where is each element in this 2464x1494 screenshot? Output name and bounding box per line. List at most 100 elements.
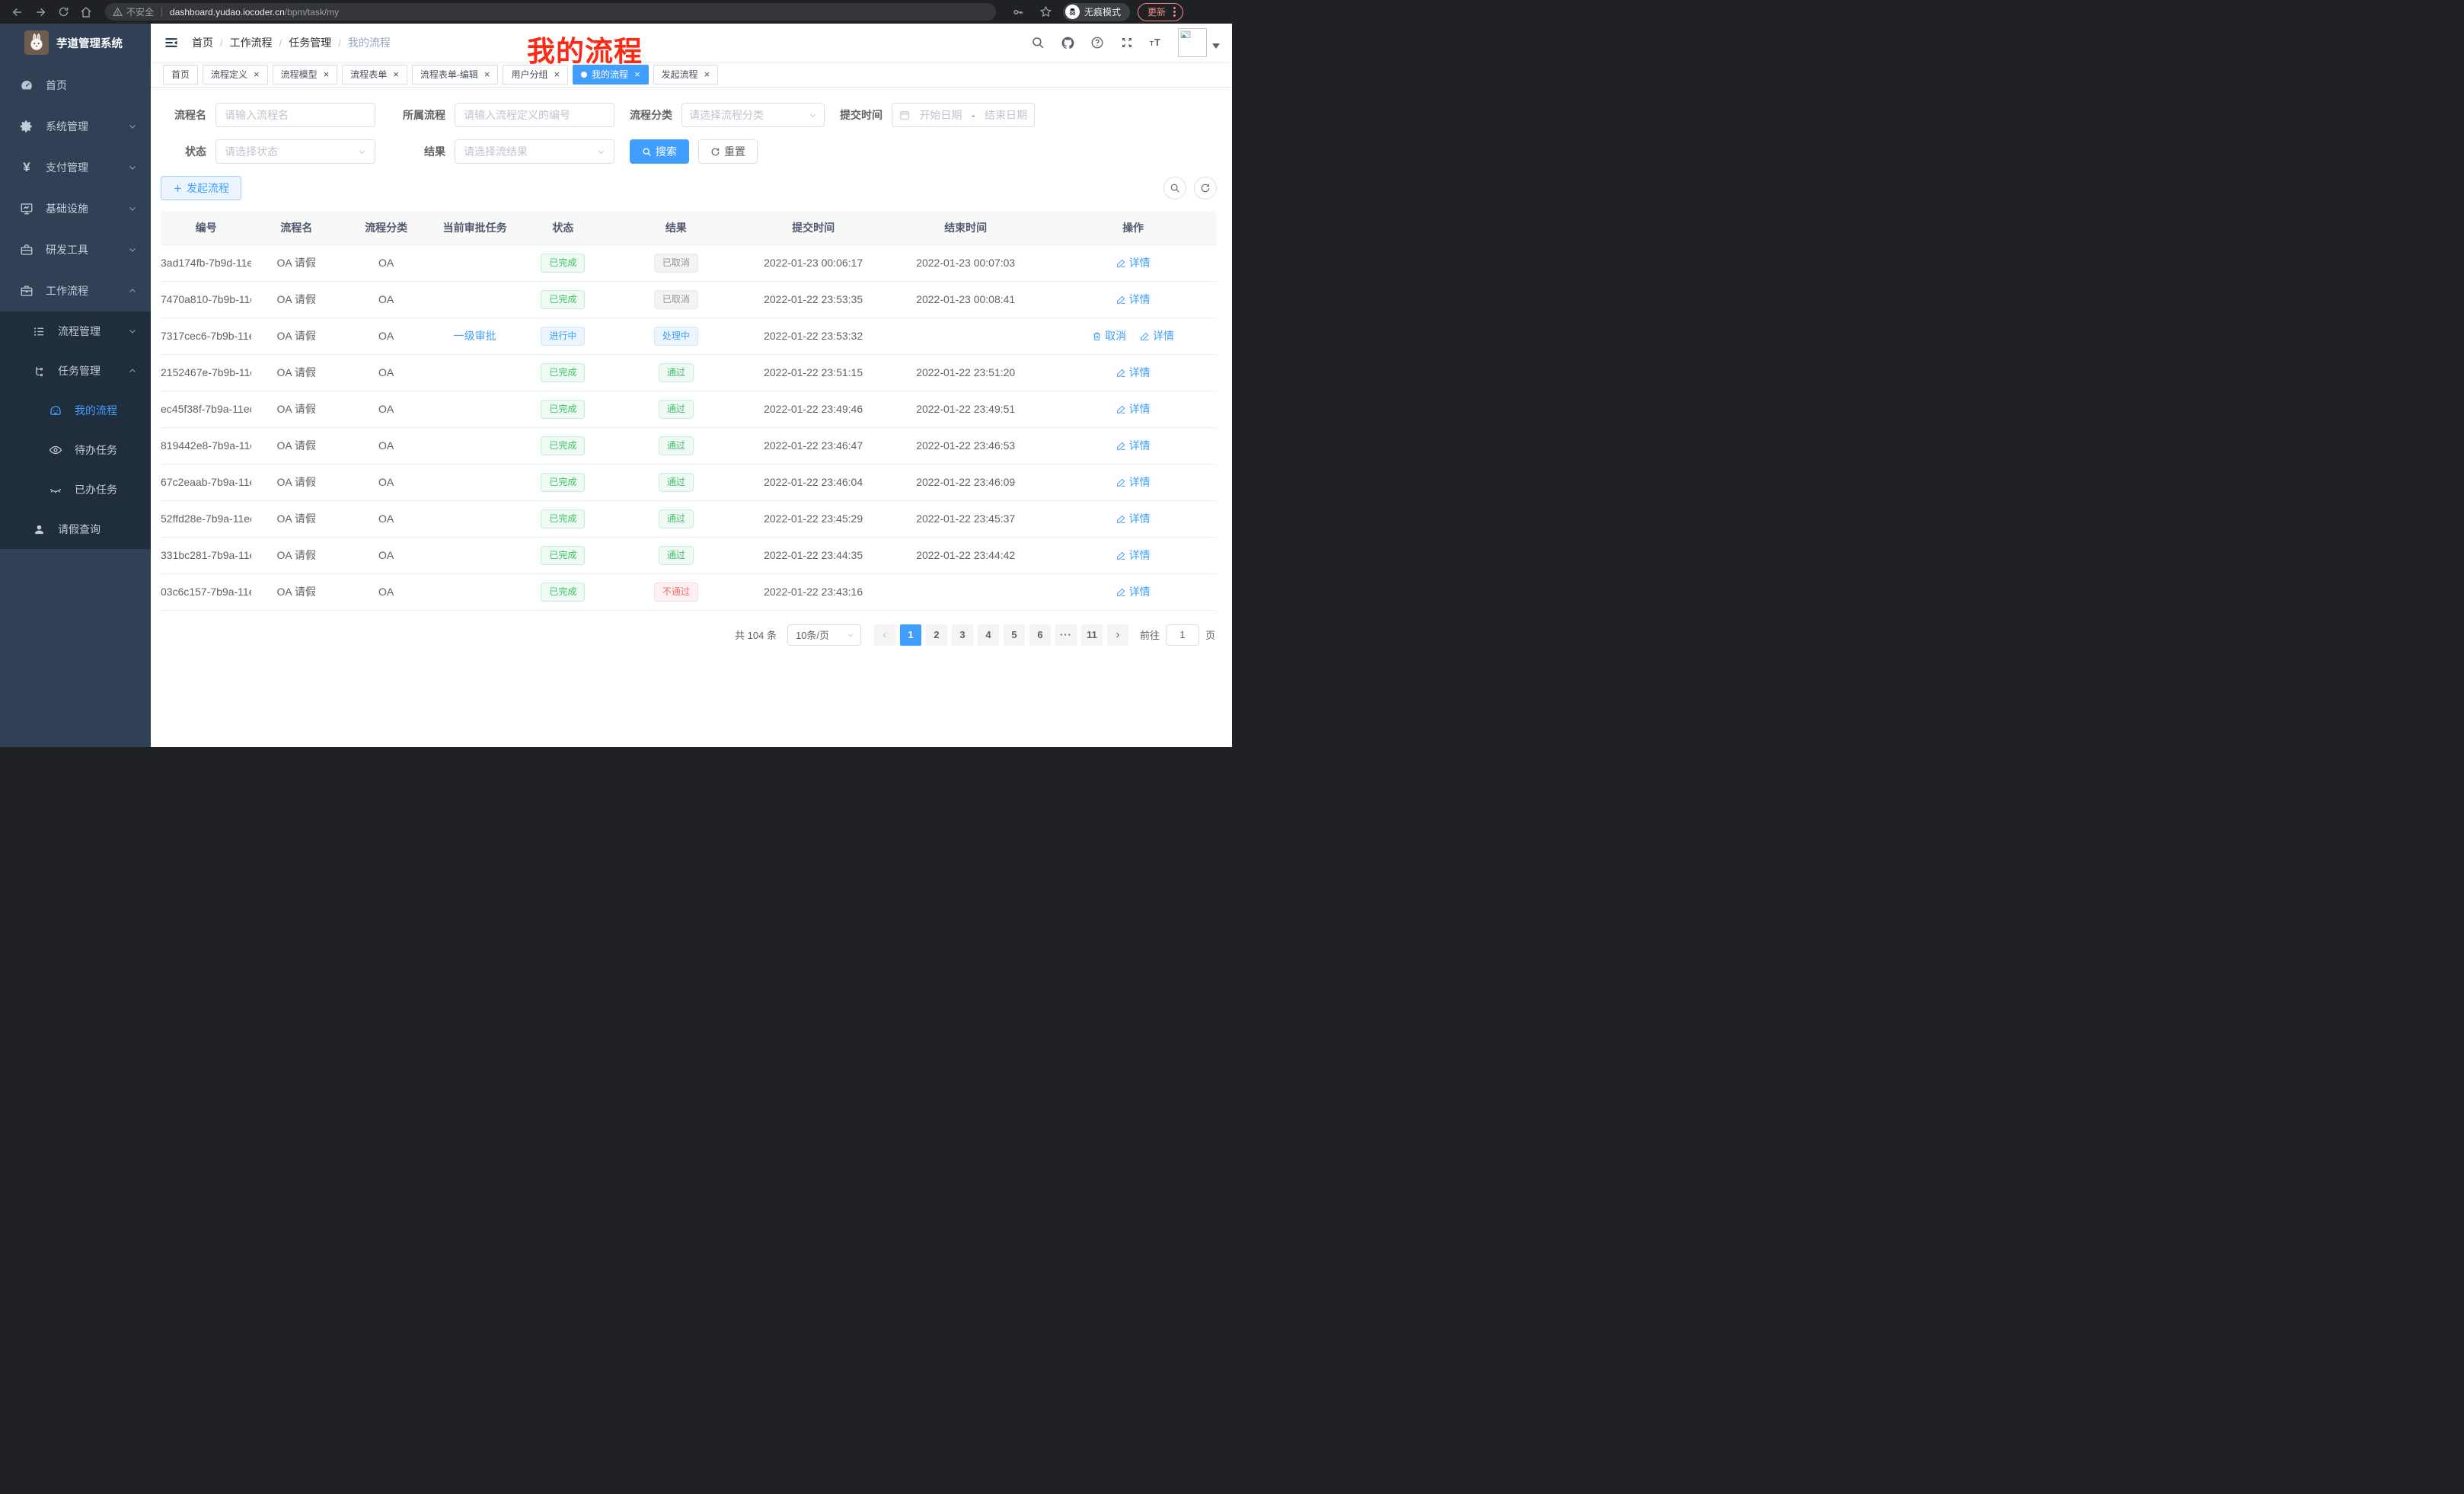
page-button[interactable]: 2 [926,624,947,646]
page-button[interactable]: 1 [900,624,921,646]
tab-close-icon[interactable]: × [634,69,640,79]
cancel-link[interactable]: 取消 [1092,328,1126,343]
sidebar-item-system[interactable]: 系统管理 [0,106,151,147]
tab[interactable]: 首页 [163,65,198,85]
sidebar-item-infra[interactable]: 基础设施 [0,188,151,229]
github-icon[interactable] [1059,34,1076,51]
chevron-down-icon [128,327,137,336]
sidebar-item-workflow[interactable]: 工作流程 [0,270,151,311]
fullscreen-icon[interactable] [1119,34,1135,51]
detail-link[interactable]: 详情 [1116,255,1151,270]
detail-link[interactable]: 详情 [1116,438,1151,453]
sidebar-collapse-icon[interactable] [161,33,181,53]
tab[interactable]: 发起流程 × [653,65,719,85]
search-button[interactable]: 搜索 [630,139,689,164]
detail-link[interactable]: 详情 [1116,292,1151,307]
cell-process-name: OA 请假 [251,281,341,318]
cell-category: OA [341,318,431,354]
tab-close-icon[interactable]: × [704,69,710,79]
owner-process-label: 所属流程 [391,107,445,123]
address-bar[interactable]: 不安全 dashboard.yudao.iocoder.cn/bpm/task/… [105,3,996,21]
search-icon[interactable] [1029,34,1046,51]
url-host: dashboard.yudao.iocoder.cn [170,7,285,18]
tab[interactable]: 流程表单 × [342,65,407,85]
tab-close-icon[interactable]: × [324,69,330,79]
detail-link[interactable]: 详情 [1116,401,1151,417]
reload-icon[interactable] [53,3,73,21]
page-button[interactable]: › [1107,624,1128,646]
browser-menu-icon[interactable] [1173,7,1176,17]
sidebar-item-devtools[interactable]: 研发工具 [0,229,151,270]
sidebar-item-my-process[interactable]: 我的流程 [0,391,151,430]
tab[interactable]: 流程定义 × [203,65,268,85]
cell-process-name: OA 请假 [251,427,341,464]
status-badge: 已完成 [541,290,585,309]
owner-process-input[interactable] [464,109,605,121]
tab-close-icon[interactable]: × [554,69,560,79]
create-process-button[interactable]: 发起流程 [161,176,241,200]
sidebar-item-done-tasks[interactable]: 已办任务 [0,470,151,509]
refresh-button[interactable] [1194,177,1217,200]
edit-pencil-icon [1116,587,1126,597]
tab-close-icon[interactable]: × [393,69,399,79]
process-name-input[interactable] [225,109,366,121]
warning-triangle-icon [113,7,123,17]
current-task-link[interactable]: 一级审批 [454,330,496,342]
sidebar-item-todo-tasks[interactable]: 待办任务 [0,430,151,470]
detail-link[interactable]: 详情 [1116,584,1151,599]
breadcrumb-home[interactable]: 首页 [192,35,213,50]
bookmark-star-icon[interactable] [1036,3,1055,21]
tab[interactable]: 用户分组 × [503,65,568,85]
status-select[interactable]: 请选择状态 [215,139,375,164]
breadcrumb-current: 我的流程 [348,35,391,50]
key-icon[interactable] [1008,3,1028,21]
page-button[interactable]: 6 [1029,624,1051,646]
edit-pencil-icon [1116,477,1126,487]
detail-link[interactable]: 详情 [1116,474,1151,490]
cell-process-name: OA 请假 [251,244,341,281]
page-button[interactable]: 5 [1004,624,1025,646]
page-size-select[interactable]: 10条/页 [787,624,861,646]
breadcrumb-task-mgmt[interactable]: 任务管理 [289,35,331,50]
update-button[interactable]: 更新 [1138,3,1183,21]
page-button[interactable]: ··· [1055,624,1077,646]
home-icon[interactable] [76,3,96,21]
tab[interactable]: 我的流程 × [573,65,649,85]
page-button[interactable]: 3 [952,624,973,646]
tab[interactable]: 流程模型 × [273,65,338,85]
cell-process-name: OA 请假 [251,537,341,573]
sidebar-item-home[interactable]: 首页 [0,65,151,106]
sidebar-item-process-mgmt[interactable]: 流程管理 [0,311,151,351]
user-avatar[interactable] [1178,28,1220,57]
page-button[interactable]: 4 [978,624,999,646]
help-icon[interactable] [1089,34,1106,51]
tab[interactable]: 流程表单-编辑 × [412,65,499,85]
cell-id: 7317cec6-7b9b-11ec-b5b7-acde48001122 [161,318,251,354]
tab-close-icon[interactable]: × [484,69,490,79]
goto-page-input[interactable] [1166,624,1199,646]
result-select[interactable]: 请选择流结果 [455,139,614,164]
sidebar-item-payment[interactable]: ¥ 支付管理 [0,147,151,188]
detail-link[interactable]: 详情 [1116,365,1151,380]
security-warning[interactable]: 不安全 [113,5,154,18]
tab-close-icon[interactable]: × [254,69,260,79]
result-badge: 通过 [659,363,694,382]
font-size-icon[interactable]: TT [1148,34,1165,51]
breadcrumb-workflow[interactable]: 工作流程 [230,35,273,50]
page-button[interactable]: ‹ [874,624,895,646]
detail-link[interactable]: 详情 [1140,328,1174,343]
submit-time-range[interactable]: 开始日期 - 结束日期 [892,103,1035,127]
caret-down-icon [1212,39,1220,51]
cell-end-time: 2022-01-22 23:44:42 [882,537,1049,573]
sidebar-item-task-mgmt[interactable]: 任务管理 [0,351,151,391]
category-select[interactable]: 请选择流程分类 [681,103,825,127]
table-row: 03c6c157-7b9a-11ec-a290-acde48001122 OA … [161,573,1217,610]
sidebar-item-leave-query[interactable]: 请假查询 [0,509,151,549]
detail-link[interactable]: 详情 [1116,511,1151,526]
back-icon[interactable] [8,3,27,21]
toggle-search-button[interactable] [1163,177,1186,200]
detail-link[interactable]: 详情 [1116,547,1151,563]
forward-icon[interactable] [30,3,50,21]
reset-button[interactable]: 重置 [698,139,758,164]
page-button[interactable]: 11 [1081,624,1103,646]
